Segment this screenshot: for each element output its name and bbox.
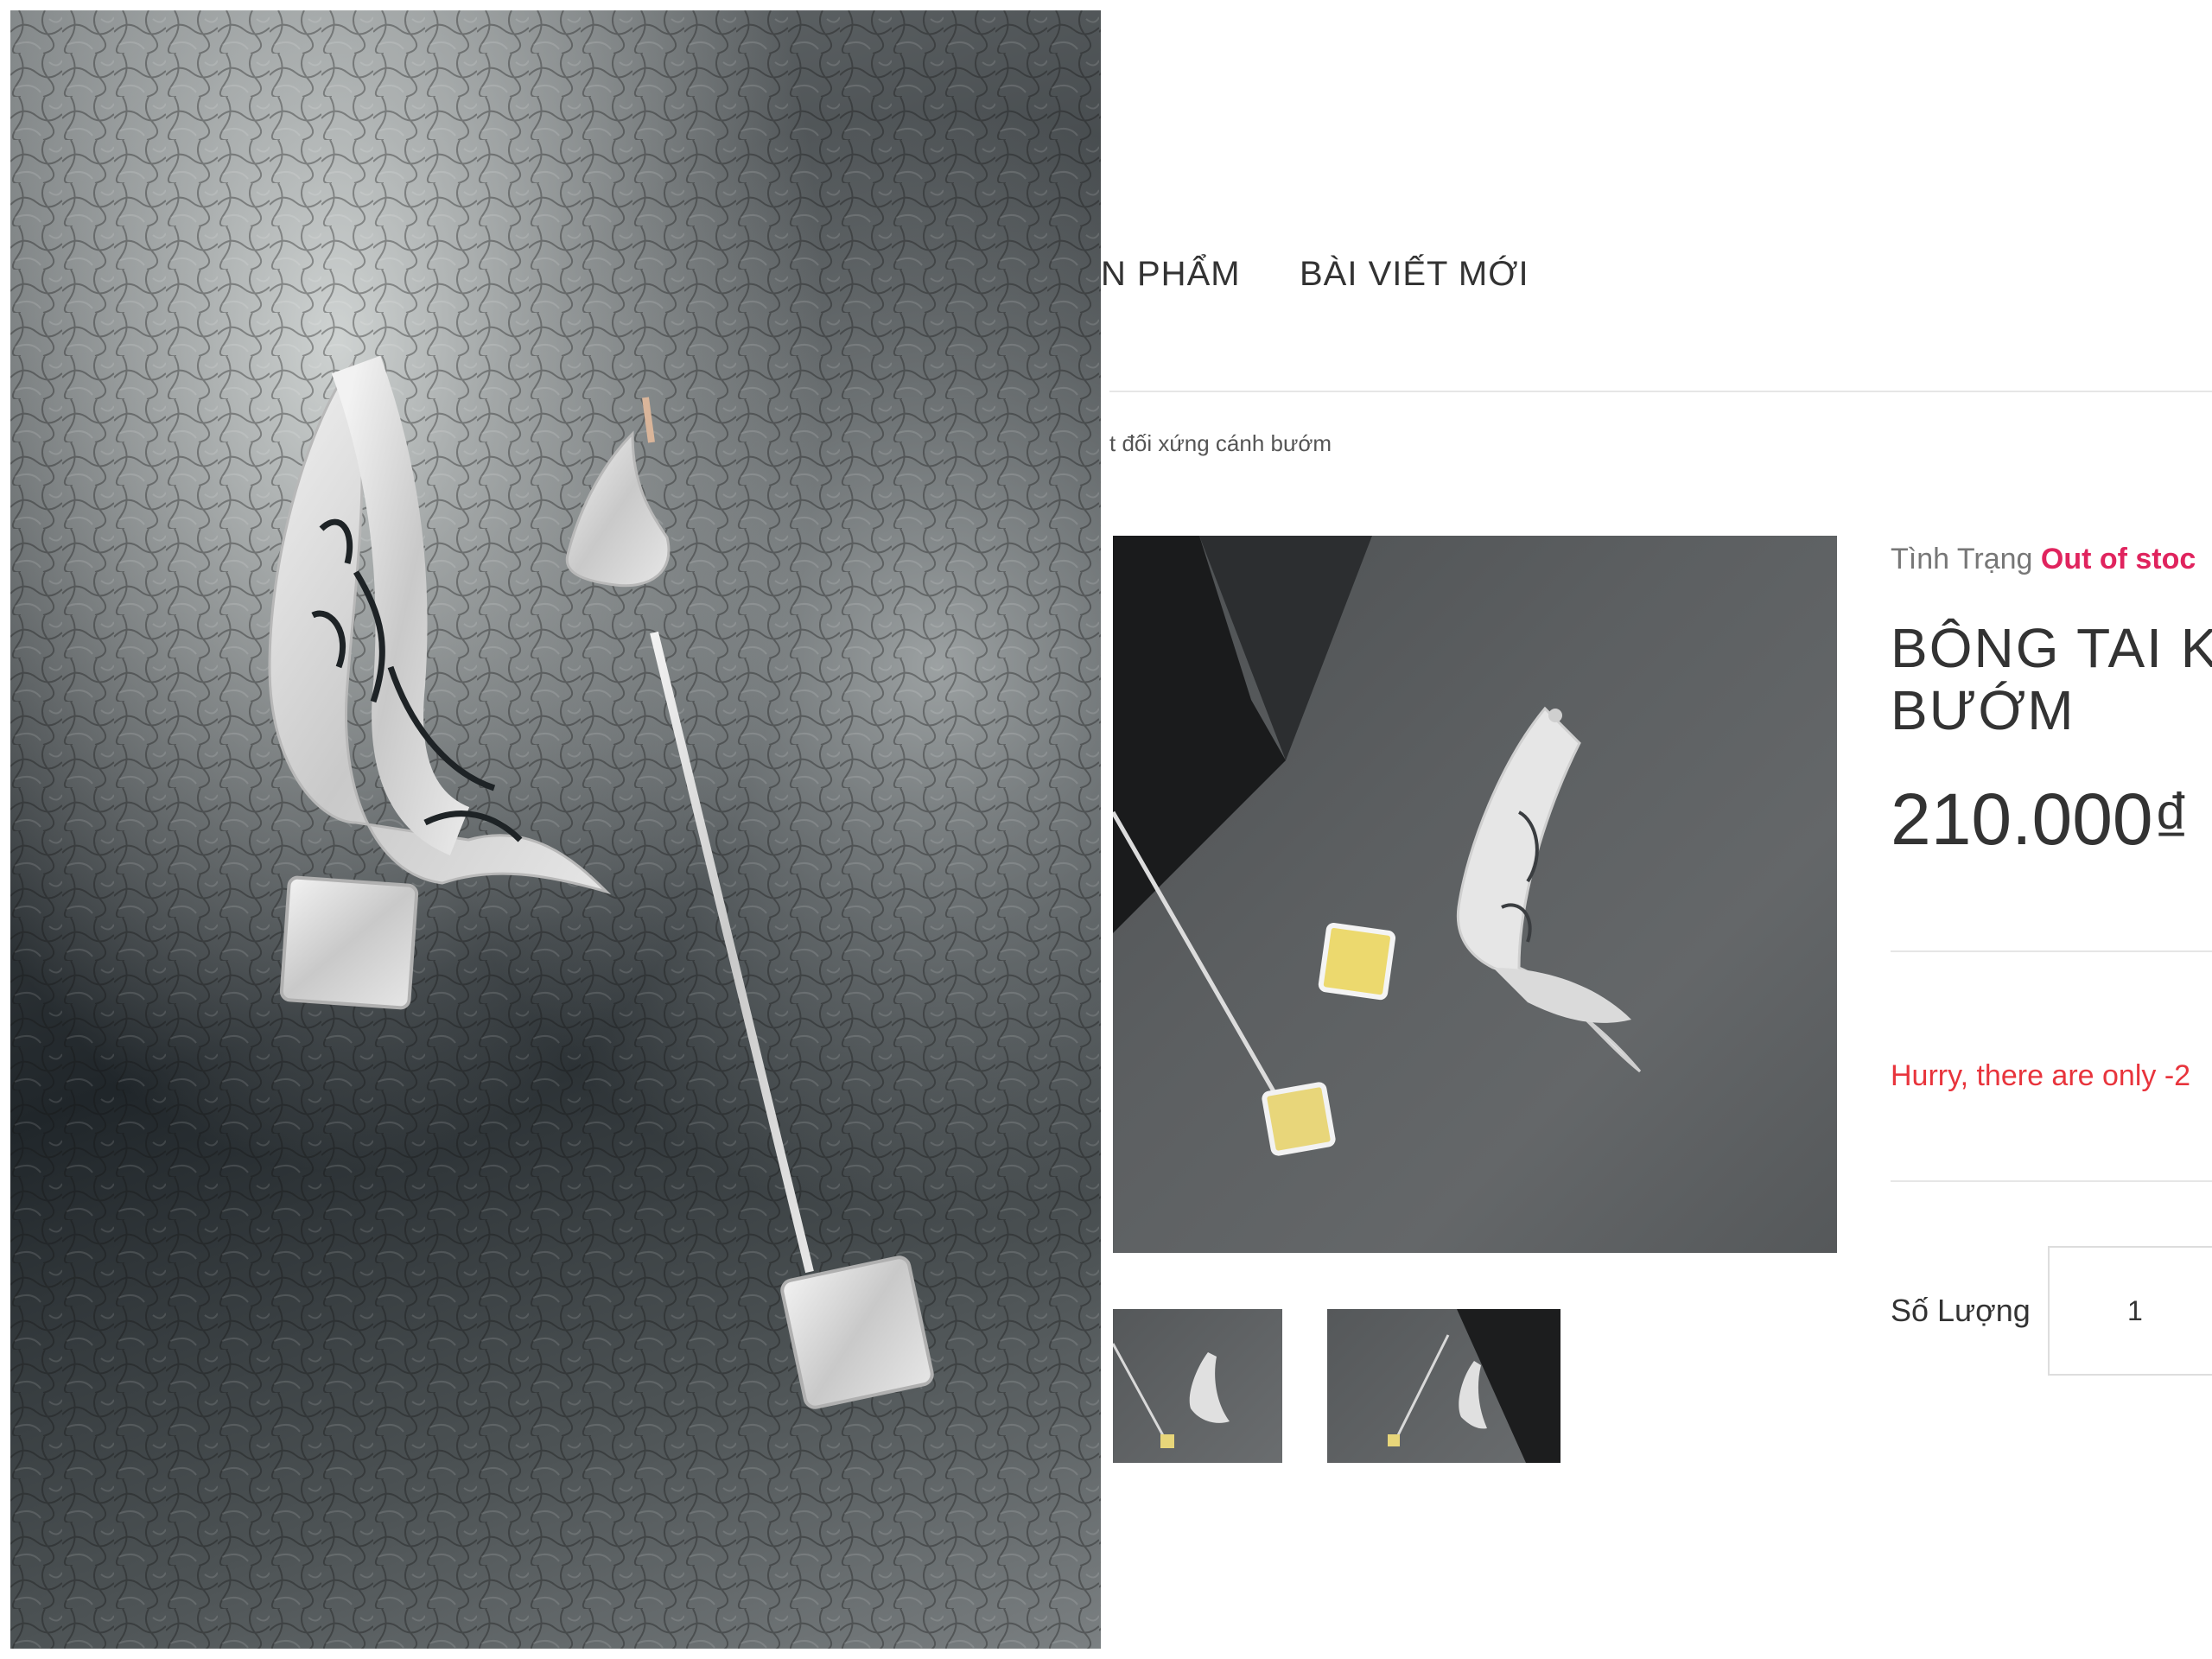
- thumbnail-earrings-icon: [1113, 1343, 1230, 1448]
- quantity-input[interactable]: [2048, 1246, 2212, 1376]
- status-label: Tình Trạng: [1891, 543, 2033, 575]
- earrings-photo: [10, 10, 1101, 1649]
- stock-status: Tình Trạng Out of stoc: [1891, 543, 2196, 576]
- quantity-label: Số Lượng: [1891, 1293, 2031, 1328]
- product-title: BÔNG TAI K BƯỚM: [1891, 617, 2212, 741]
- thumbnail-earrings-icon: [1388, 1309, 1560, 1463]
- status-value: Out of stoc: [2040, 543, 2196, 575]
- product-thumbnail-2[interactable]: [1327, 1309, 1560, 1463]
- product-title-line-1: BÔNG TAI K: [1891, 617, 2212, 679]
- divider: [1891, 1180, 2212, 1182]
- stock-warning: Hurry, there are only -2: [1891, 1059, 2191, 1092]
- product-thumbnail-1[interactable]: [1113, 1309, 1282, 1463]
- divider: [1891, 950, 2212, 952]
- product-price: 210.000₫: [1891, 779, 2190, 860]
- butterfly-earrings-product-image-icon: [1113, 536, 1642, 1156]
- product-title-line-2: BƯỚM: [1891, 679, 2075, 741]
- nav-divider: [1109, 391, 2212, 392]
- product-page: N PHẨM BÀI VIẾT MỚI t đối xứng cánh bướm: [1101, 0, 2212, 1659]
- nav-new-posts[interactable]: BÀI VIẾT MỚI: [1300, 255, 1529, 294]
- breadcrumb[interactable]: t đối xứng cánh bướm: [1109, 430, 1332, 457]
- product-main-image[interactable]: [1113, 536, 1837, 1253]
- butterfly-earrings-photo-icon: [10, 10, 1101, 1649]
- nav-products[interactable]: N PHẨM: [1101, 255, 1241, 294]
